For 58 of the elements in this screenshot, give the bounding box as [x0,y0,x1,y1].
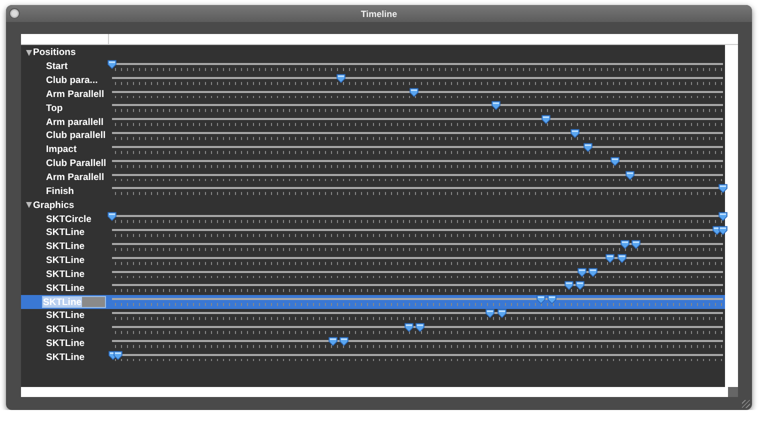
slider-thumb[interactable] [404,322,414,332]
close-icon[interactable] [9,8,20,19]
slider-thumb[interactable] [541,115,550,124]
row-label[interactable]: Finish [46,186,74,197]
slider-thumb[interactable] [415,322,424,332]
slider-thumb[interactable] [576,281,585,290]
slider-thumb[interactable] [620,240,630,249]
row-label[interactable]: SKTCircle [46,214,92,225]
slider-thumb[interactable] [108,60,116,69]
slider-thumb[interactable] [547,295,556,304]
slider-thumb[interactable] [486,309,495,318]
slider-thumb[interactable] [718,184,728,194]
slider-thumb[interactable] [409,88,418,97]
slider-thumb[interactable] [491,101,500,110]
slider-thumb[interactable] [570,129,580,138]
slider-thumb[interactable] [577,268,586,276]
slider-thumb[interactable] [536,295,546,304]
row-label[interactable]: SKTLine [46,241,85,252]
slider-thumb[interactable] [625,170,634,180]
slider-thumb[interactable] [340,336,349,346]
slider-thumb[interactable] [328,336,338,346]
row-label[interactable]: Arm parallell [46,116,104,128]
slider-thumb[interactable] [631,240,640,249]
row-label[interactable]: Club parallell [46,130,106,142]
slider-thumb[interactable] [583,142,592,152]
disclosure-triangle-icon[interactable] [26,50,32,56]
row-label[interactable]: Start [46,61,68,72]
row-label[interactable]: Top [46,102,63,114]
group-label[interactable]: Graphics [33,200,74,211]
row-label[interactable]: Club Parallell [46,158,106,170]
row-label[interactable]: Club para... [46,75,98,86]
slider-thumb[interactable] [588,268,598,276]
slider-thumb[interactable] [718,212,728,222]
slider-thumb[interactable] [610,156,620,166]
slider-thumb[interactable] [114,350,123,360]
row-label[interactable]: SKTLine [46,338,85,350]
slider-thumb[interactable] [108,212,116,222]
row-label[interactable]: SKTLine [46,282,85,294]
row-label[interactable]: SKTLine [46,324,85,336]
row-label[interactable]: SKTLine [46,268,85,280]
window-title: Timeline [360,8,398,18]
row-label[interactable]: Arm Parallell [46,88,104,100]
slider-thumb[interactable] [336,74,345,83]
disclosure-triangle-icon[interactable] [26,202,32,208]
slider-thumb[interactable] [617,254,626,263]
slider-thumb[interactable] [605,254,614,263]
row-label[interactable]: SKTLine [46,352,85,363]
row-label[interactable]: SKTLine [46,310,85,322]
row-label[interactable]: SKTLine [46,255,85,266]
slider-thumb[interactable] [718,226,728,235]
row-label[interactable]: Arm Parallell [46,172,104,184]
group-label[interactable]: Positions [33,47,76,58]
scroll-corner [728,387,738,397]
slider-thumb[interactable] [497,309,506,318]
row-label[interactable]: SKTLine [46,227,85,238]
resize-grip-icon[interactable] [742,400,750,408]
slider-thumb[interactable] [564,281,574,290]
row-label[interactable]: Impact [46,144,77,156]
